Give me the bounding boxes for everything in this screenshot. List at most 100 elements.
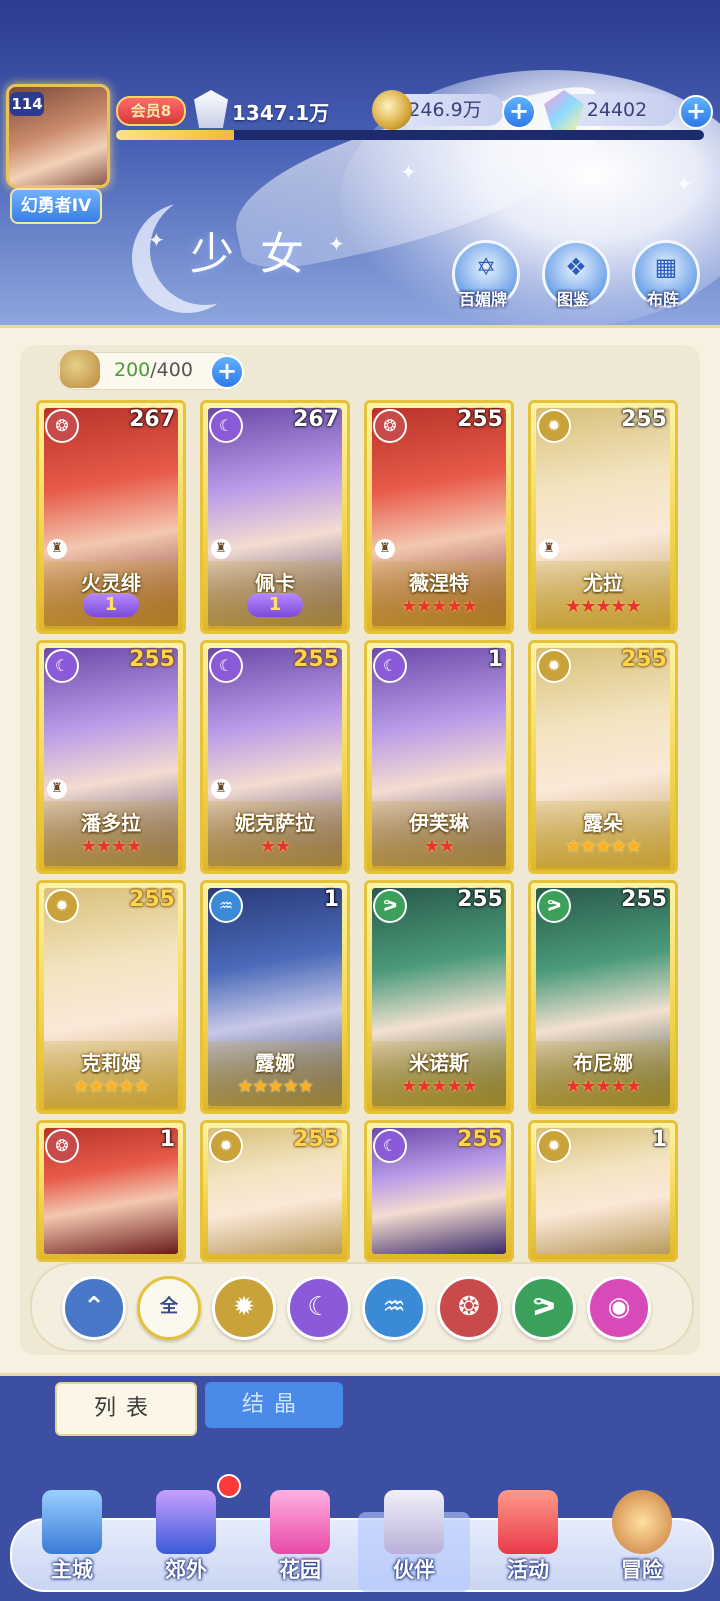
sun-element-icon: ✹ <box>537 409 571 443</box>
character-card[interactable]: ❂ 255 薇涅特 ★★★★★ ♜ <box>364 400 514 634</box>
water-element-icon: ♒ <box>209 889 243 923</box>
character-name: 潘多拉 <box>81 811 141 835</box>
character-card[interactable]: ☾ 255 妮克萨拉 ★★ ♜ <box>200 640 350 874</box>
moon-element-icon: ☾ <box>209 409 243 443</box>
chess-rook-icon: ♜ <box>47 539 67 559</box>
capacity-bag-icon <box>60 350 100 388</box>
tab-list[interactable]: 列表 <box>55 1382 197 1436</box>
character-level: 255 <box>621 887 667 912</box>
heart-icon <box>270 1490 330 1554</box>
sparkle-icon: ✦ <box>328 232 345 256</box>
filter-up-button[interactable]: ⌃ <box>62 1276 126 1340</box>
player-level-badge: 114 <box>10 92 44 116</box>
star-icon: ★ <box>401 596 417 617</box>
star-icon: ★ <box>111 836 127 857</box>
star-icon: ★ <box>282 1076 299 1097</box>
character-level: 267 <box>293 407 339 432</box>
star-icon: ★ <box>431 596 447 617</box>
character-name: 克莉姆 <box>81 1051 141 1075</box>
character-level: 255 <box>457 1127 503 1152</box>
power-value: 1347.1万 <box>232 101 330 125</box>
character-card[interactable]: ☾ 1 伊芙琳 ★★ <box>364 640 514 874</box>
character-name: 尤拉 <box>583 571 623 595</box>
star-icon: ★ <box>416 1076 432 1097</box>
character-card[interactable]: ✹ 1 <box>528 1120 678 1262</box>
star-icon: ★ <box>595 1076 611 1097</box>
nav-label: 冒险 <box>621 1558 663 1582</box>
character-card[interactable]: ❂ 1 <box>36 1120 186 1262</box>
nav-partner-avatar-button[interactable]: 伙伴 <box>366 1490 462 1590</box>
add-gold-button[interactable]: + <box>502 95 536 129</box>
moon-element-icon: ☾ <box>373 1129 407 1163</box>
filter-dark-button[interactable]: ◉ <box>587 1276 651 1340</box>
chess-rook-icon: ♜ <box>539 539 559 559</box>
character-card[interactable]: ☾ 267 佩卡 1 ♜ <box>200 400 350 634</box>
character-level: 255 <box>457 887 503 912</box>
rank-badge: 1 <box>247 593 303 617</box>
nav-castle-button[interactable]: 主城 <box>24 1490 120 1590</box>
character-card[interactable]: ✹ 255 克莉姆 ★★★★★ <box>36 880 186 1114</box>
sun-element-icon: ✹ <box>45 889 79 923</box>
character-name: 火灵绯 <box>81 571 141 595</box>
character-stars: ★★★★★ <box>531 1076 675 1097</box>
star-icon: ★ <box>237 1076 253 1097</box>
character-name: 米诺斯 <box>409 1051 469 1075</box>
nav-adventure-button[interactable]: 冒险 <box>594 1490 690 1590</box>
sun-element-icon: ✹ <box>209 1129 243 1163</box>
character-stars: ★★ <box>367 836 511 857</box>
character-name: 布尼娜 <box>573 1051 633 1075</box>
character-card[interactable]: ☾ 255 潘多拉 ★★★★ ♜ <box>36 640 186 874</box>
character-level: 255 <box>621 407 667 432</box>
character-level: 1 <box>159 1127 175 1152</box>
sun-element-icon: ✹ <box>537 1129 571 1163</box>
filter-all-button[interactable]: 全 <box>137 1276 201 1340</box>
filter-sun-button[interactable]: ✹ <box>212 1276 276 1340</box>
star-icon: ★ <box>133 1076 150 1097</box>
star-icon: ★ <box>595 836 611 857</box>
nav-compass-button[interactable]: 郊外 <box>138 1490 234 1590</box>
book-label: 图鉴 <box>556 290 589 309</box>
character-level: 255 <box>621 647 667 672</box>
star-icon: ★ <box>565 596 581 617</box>
character-card[interactable]: ᕗ 255 米诺斯 ★★★★★ <box>364 880 514 1114</box>
capacity-current: 200 <box>114 359 151 381</box>
character-card[interactable]: ☾ 255 <box>364 1120 514 1262</box>
star-icon: ★ <box>103 1076 119 1097</box>
add-diamond-button[interactable]: + <box>679 95 713 129</box>
moon-element-icon: ☾ <box>45 649 79 683</box>
sparkle-icon: ✦ <box>148 228 165 252</box>
filter-wind-button[interactable]: ᕗ <box>512 1276 576 1340</box>
nav-gift-button[interactable]: 活动 <box>480 1490 576 1590</box>
sparkle-icon: ✦ <box>676 172 693 196</box>
book-icon: ❖ <box>565 253 587 281</box>
character-stars: ★★★★★ <box>39 1076 183 1097</box>
star-icon: ★ <box>439 836 455 857</box>
nav-label: 活动 <box>507 1558 549 1582</box>
card-deck-icon: ✡ <box>475 253 497 281</box>
filter-moon-button[interactable]: ☾ <box>287 1276 351 1340</box>
character-card[interactable]: ✹ 255 尤拉 ★★★★★ ♜ <box>528 400 678 634</box>
character-card[interactable]: ♒ 1 露娜 ★★★★★ <box>200 880 350 1114</box>
add-capacity-button[interactable]: + <box>210 355 244 389</box>
vip-badge[interactable]: 会员8 <box>116 96 186 126</box>
character-card[interactable]: ❂ 267 火灵绯 1 ♜ <box>36 400 186 634</box>
star-icon: ★ <box>446 1076 463 1097</box>
star-icon: ★ <box>625 1076 642 1097</box>
nav-heart-button[interactable]: 花园 <box>252 1490 348 1590</box>
character-card[interactable]: ✹ 255 露朵 ★★★★★ <box>528 640 678 874</box>
wind-element-icon: ᕗ <box>537 889 571 923</box>
fire-element-icon: ❂ <box>45 409 79 443</box>
character-card[interactable]: ᕗ 255 布尼娜 ★★★★★ <box>528 880 678 1114</box>
character-level: 1 <box>323 887 339 912</box>
filter-fire-button[interactable]: ❂ <box>437 1276 501 1340</box>
exp-bar-fill <box>116 130 234 140</box>
filter-water-button[interactable]: ♒ <box>362 1276 426 1340</box>
gold-coin-icon <box>372 90 412 130</box>
character-rank: 1 <box>203 593 347 617</box>
chess-rook-icon: ♜ <box>375 539 395 559</box>
tab-crystal[interactable]: 结晶 <box>205 1382 343 1428</box>
star-icon: ★ <box>416 596 432 617</box>
moon-element-icon: ☾ <box>209 649 243 683</box>
character-card[interactable]: ✹ 255 <box>200 1120 350 1262</box>
player-title-badge[interactable]: 幻勇者IV <box>10 188 102 224</box>
